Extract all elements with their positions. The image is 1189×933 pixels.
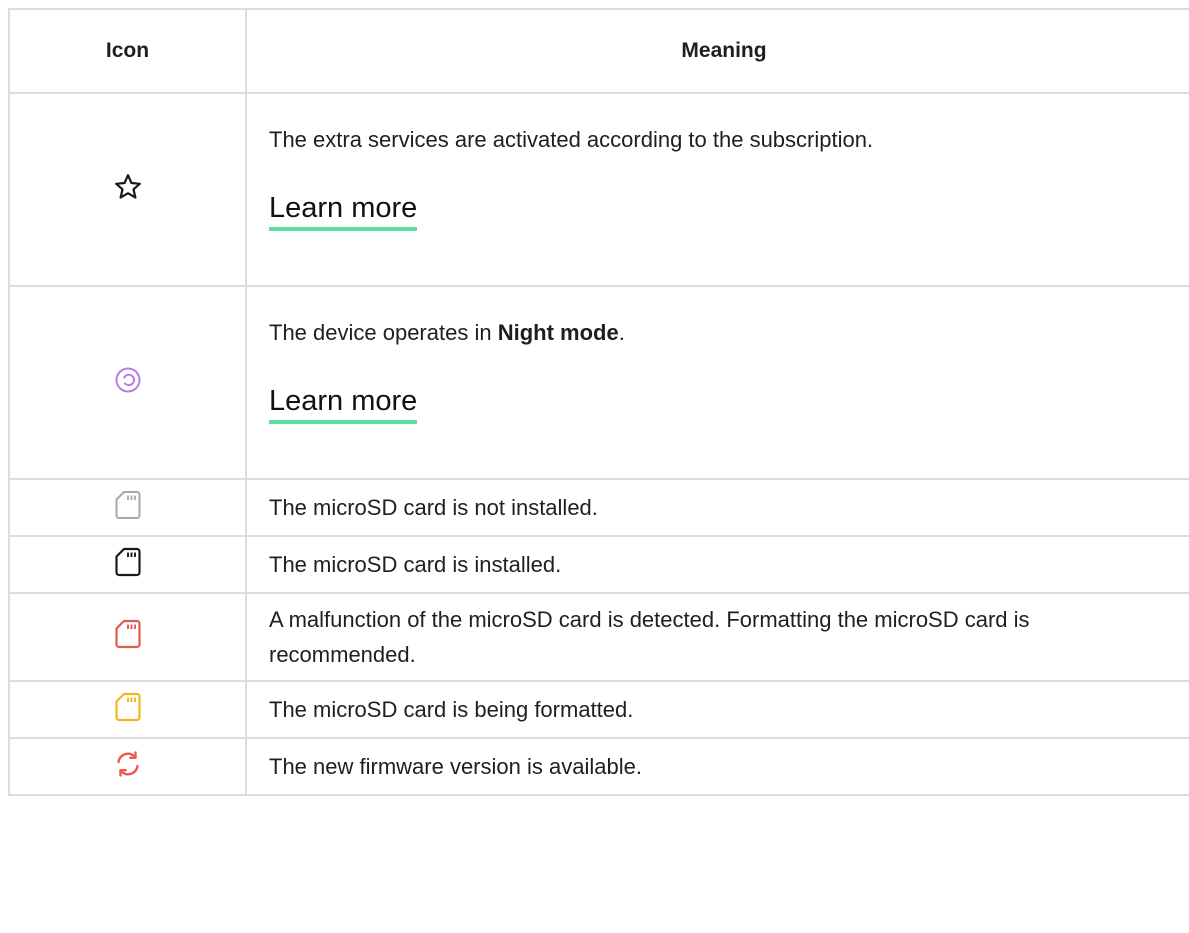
row-text: The extra services are activated accordi…: [269, 127, 874, 152]
meaning-cell: The new firmware version is available.: [245, 737, 1189, 796]
icon-cell: [8, 285, 247, 480]
meaning-cell: The microSD card is installed.: [245, 535, 1189, 594]
microsd-malfunction-icon: [114, 619, 141, 649]
icon-cell: [8, 592, 247, 682]
meaning-cell: The microSD card is being formatted.: [245, 680, 1189, 739]
icon-meaning-table: Icon Meaning The extra services are acti…: [8, 8, 1189, 796]
table-row: The extra services are activated accordi…: [8, 92, 1189, 287]
row-text: The device operates in Night mode.: [269, 315, 1177, 350]
learn-more-link[interactable]: Learn more: [269, 191, 418, 231]
microsd-formatting-icon: [114, 692, 141, 722]
icon-cell: [8, 680, 247, 739]
header-meaning: Meaning: [245, 8, 1189, 94]
meaning-cell: The device operates in Night mode. Learn…: [245, 285, 1189, 480]
table-row: The device operates in Night mode. Learn…: [8, 285, 1189, 480]
microsd-installed-icon: [114, 547, 141, 577]
table-row: The microSD card is being formatted.: [8, 680, 1189, 739]
table-row: A malfunction of the microSD card is det…: [8, 592, 1189, 682]
meaning-cell: The microSD card is not installed.: [245, 478, 1189, 537]
table-row: The microSD card is not installed.: [8, 478, 1189, 537]
learn-more-link[interactable]: Learn more: [269, 384, 418, 424]
icon-cell: [8, 535, 247, 594]
night-mode-icon: [114, 366, 142, 394]
night-mode-label: Night mode: [497, 320, 619, 345]
row-text-suffix: .: [618, 320, 625, 345]
firmware-update-icon: [114, 750, 142, 778]
meaning-cell: The extra services are activated accordi…: [245, 92, 1189, 287]
table-header-row: Icon Meaning: [8, 8, 1189, 94]
icon-cell: [8, 478, 247, 537]
table-row: The new firmware version is available.: [8, 737, 1189, 796]
icon-cell: [8, 92, 247, 287]
microsd-not-installed-icon: [115, 490, 141, 520]
row-text-prefix: The device operates in: [269, 320, 498, 345]
meaning-cell: A malfunction of the microSD card is det…: [245, 592, 1189, 682]
header-icon: Icon: [8, 8, 247, 94]
star-outline-icon: [113, 172, 143, 202]
table-row: The microSD card is installed.: [8, 535, 1189, 594]
icon-cell: [8, 737, 247, 796]
